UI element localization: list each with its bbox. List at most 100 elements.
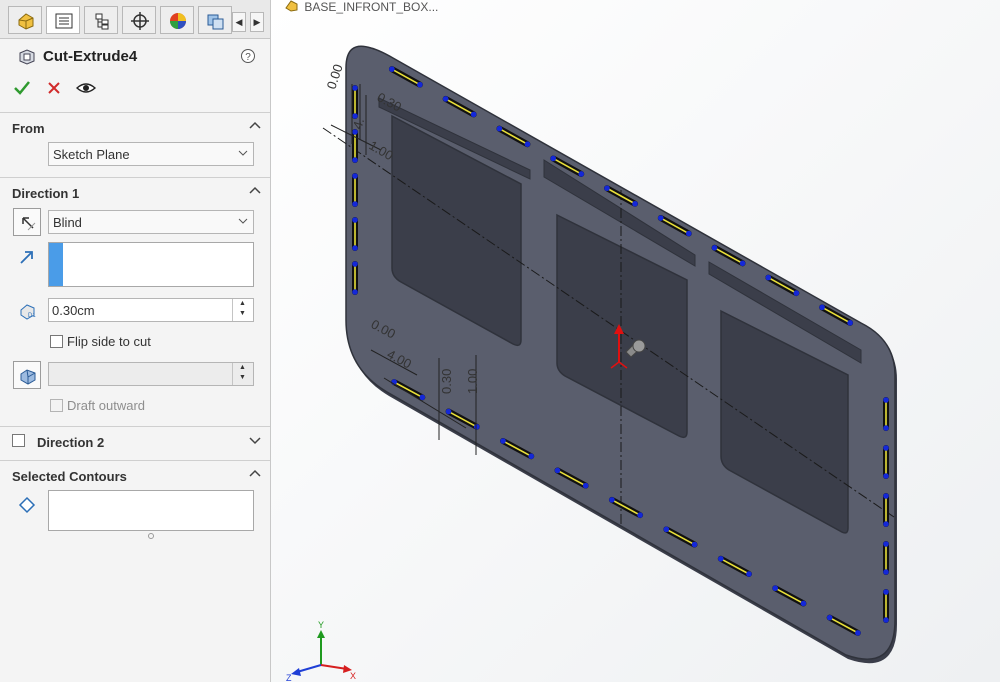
flip-side-to-cut-checkbox[interactable] bbox=[50, 335, 63, 348]
sketch-endpoint[interactable] bbox=[550, 155, 557, 162]
sketch-endpoint[interactable] bbox=[718, 555, 724, 562]
sketch-endpoint[interactable] bbox=[352, 245, 358, 251]
sketch-endpoint[interactable] bbox=[765, 274, 772, 281]
sketch-endpoint[interactable] bbox=[352, 217, 358, 223]
spin-down-icon[interactable]: ▼ bbox=[239, 310, 246, 317]
sketch-endpoint[interactable] bbox=[632, 200, 638, 207]
sketch-endpoint[interactable] bbox=[772, 585, 779, 592]
sketch-endpoint[interactable] bbox=[883, 617, 889, 623]
chevron-down-icon bbox=[238, 150, 248, 156]
sketch-endpoint[interactable] bbox=[352, 129, 358, 135]
sketch-endpoint[interactable] bbox=[883, 425, 889, 431]
sketch-endpoint[interactable] bbox=[582, 482, 589, 489]
from-section-label: From bbox=[12, 121, 45, 136]
sketch-endpoint[interactable] bbox=[883, 493, 889, 499]
model-canvas[interactable]: 0.00 0.30 4. 1.00 0.00 4.00 0.30 1.00 Y … bbox=[271, 0, 1000, 682]
triad-z-label: Z bbox=[286, 673, 292, 682]
sketch-endpoint[interactable] bbox=[352, 289, 358, 295]
sketch-endpoint[interactable] bbox=[473, 423, 480, 430]
sketch-endpoint[interactable] bbox=[793, 290, 800, 296]
selected-contours-box[interactable] bbox=[48, 490, 254, 531]
direction-selection-box[interactable] bbox=[48, 242, 254, 287]
sketch-endpoint[interactable] bbox=[819, 304, 825, 311]
sketch-endpoint[interactable] bbox=[609, 497, 615, 503]
tab-scroll-right-button[interactable]: ▶ bbox=[250, 12, 264, 32]
sketch-endpoint[interactable] bbox=[352, 157, 358, 163]
action-buttons bbox=[0, 76, 270, 100]
depth-spinner[interactable]: ▲ ▼ bbox=[232, 299, 253, 321]
sketch-endpoint[interactable] bbox=[554, 467, 561, 474]
selection-focus-bar bbox=[49, 243, 63, 286]
sketch-endpoint[interactable] bbox=[711, 245, 718, 251]
sketch-endpoint[interactable] bbox=[352, 85, 358, 91]
tab-cam-manager[interactable] bbox=[198, 6, 232, 34]
sketch-endpoint[interactable] bbox=[419, 394, 426, 401]
tab-feature-manager[interactable] bbox=[8, 6, 42, 34]
sketch-endpoint[interactable] bbox=[604, 185, 610, 192]
chevron-up-icon bbox=[249, 121, 261, 129]
direction2-section-header[interactable]: Direction 2 bbox=[0, 426, 270, 455]
spin-up-icon[interactable]: ▲ bbox=[239, 300, 246, 307]
sketch-endpoint[interactable] bbox=[528, 453, 534, 460]
sketch-endpoint[interactable] bbox=[578, 171, 585, 177]
sketch-endpoint[interactable] bbox=[883, 589, 889, 595]
sketch-endpoint[interactable] bbox=[663, 526, 670, 533]
sketch-endpoint[interactable] bbox=[470, 111, 477, 118]
ok-checkmark-icon[interactable] bbox=[13, 79, 31, 97]
property-manager-icon bbox=[55, 13, 73, 29]
dim-left-030[interactable]: 0.30 bbox=[439, 369, 454, 394]
sketch-endpoint[interactable] bbox=[657, 215, 664, 221]
sketch-endpoint[interactable] bbox=[883, 541, 889, 547]
cancel-x-icon[interactable] bbox=[46, 79, 62, 97]
sketch-endpoint[interactable] bbox=[883, 521, 889, 527]
sketch-endpoint[interactable] bbox=[855, 630, 861, 636]
sketch-endpoint[interactable] bbox=[500, 438, 506, 444]
tab-scroll-left-button[interactable]: ◀ bbox=[232, 12, 246, 32]
sketch-endpoint[interactable] bbox=[883, 473, 889, 479]
draft-toggle-button[interactable] bbox=[13, 361, 41, 389]
display-manager-icon bbox=[170, 13, 186, 29]
sketch-endpoint[interactable] bbox=[739, 260, 746, 267]
sketch-endpoint[interactable] bbox=[442, 96, 449, 102]
sketch-endpoint[interactable] bbox=[883, 445, 889, 451]
breadcrumb[interactable]: BASE_INFRONT_BOX... bbox=[279, 0, 438, 14]
sketch-endpoint[interactable] bbox=[883, 397, 889, 403]
from-start-condition-select[interactable]: Sketch Plane bbox=[48, 142, 254, 166]
direction1-section-header[interactable]: Direction 1 bbox=[0, 177, 270, 206]
tab-property-manager[interactable] bbox=[46, 6, 80, 34]
tab-display-manager[interactable] bbox=[160, 6, 194, 34]
sketch-endpoint[interactable] bbox=[637, 512, 643, 518]
sketch-endpoint[interactable] bbox=[800, 600, 807, 607]
from-section-header[interactable]: From bbox=[0, 112, 270, 141]
tab-configuration-manager[interactable] bbox=[84, 6, 118, 34]
sketch-endpoint[interactable] bbox=[691, 541, 698, 548]
help-icon[interactable]: ? bbox=[240, 48, 256, 64]
sketch-endpoint[interactable] bbox=[352, 173, 358, 179]
graphics-viewport[interactable]: 0.00 0.30 4. 1.00 0.00 4.00 0.30 1.00 Y … bbox=[271, 0, 1000, 682]
end-condition-value: Blind bbox=[53, 215, 82, 230]
selected-contours-section-header[interactable]: Selected Contours bbox=[0, 460, 270, 489]
resize-grip-icon[interactable] bbox=[147, 532, 155, 540]
sketch-endpoint[interactable] bbox=[496, 125, 503, 132]
sketch-endpoint[interactable] bbox=[417, 81, 423, 88]
end-condition-select[interactable]: Blind bbox=[48, 210, 254, 234]
sketch-endpoint[interactable] bbox=[445, 408, 452, 415]
sketch-endpoint[interactable] bbox=[826, 614, 833, 621]
chevron-down-icon bbox=[249, 437, 261, 445]
reverse-direction-button[interactable] bbox=[13, 208, 41, 236]
sketch-endpoint[interactable] bbox=[847, 320, 853, 326]
direction2-checkbox[interactable] bbox=[12, 434, 25, 447]
dim-left-100[interactable]: 1.00 bbox=[465, 369, 480, 394]
sketch-endpoint[interactable] bbox=[883, 569, 889, 575]
sketch-endpoint[interactable] bbox=[746, 571, 752, 577]
preview-eye-icon[interactable] bbox=[76, 79, 96, 97]
depth-input[interactable]: 0.30cm ▲ ▼ bbox=[48, 298, 254, 322]
svg-text:D1: D1 bbox=[28, 313, 36, 319]
draft-outward-label: Draft outward bbox=[67, 398, 146, 413]
sketch-endpoint[interactable] bbox=[685, 230, 692, 237]
sketch-endpoint[interactable] bbox=[352, 261, 358, 267]
sketch-endpoint[interactable] bbox=[352, 201, 358, 207]
sketch-endpoint[interactable] bbox=[524, 141, 531, 147]
tab-dimxpert-manager[interactable] bbox=[122, 6, 156, 34]
sketch-endpoint[interactable] bbox=[389, 66, 395, 72]
